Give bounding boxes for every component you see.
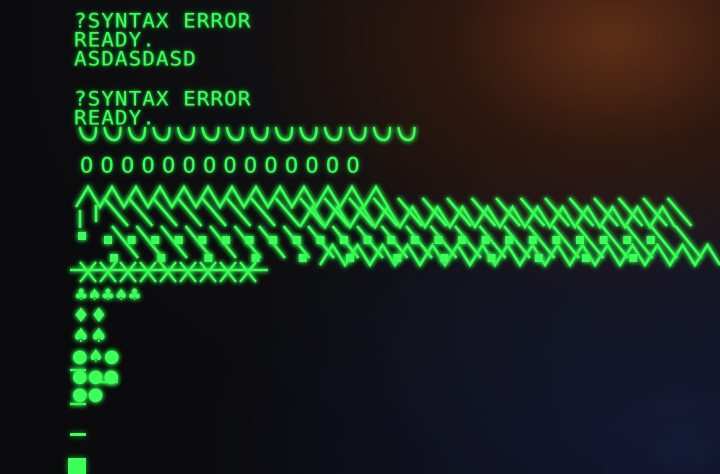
petscii-graphics: ♣♠♣♠♣♦♦♠♠●♠●●●●●● [70,126,720,406]
block-glyph [104,236,112,244]
block-glyph [251,254,260,262]
commodore-screen[interactable]: ?SYNTAX ERROR READY. ASDASDASD ?SYNTAX E… [0,0,720,474]
suit-glyph-row: ●● [72,384,103,405]
partial-glyph [201,126,220,142]
block-glyph [434,236,443,244]
block-glyph [393,254,402,262]
card-suit-glyphs: ♣♠♣♠♣♦♦♠♠●♠●●●●●● [72,285,142,405]
block-glyph [269,236,278,244]
text-cursor [68,458,86,474]
diagonal-stroke [421,197,448,227]
block-glyph [363,236,372,244]
block-glyph [127,236,136,244]
partial-glyph [274,126,294,142]
block-glyph [340,236,348,244]
partial-char-row [78,126,416,142]
block-glyph [481,236,490,244]
suit-glyph-row: ♣♠♣♠♣ [74,285,141,304]
partial-glyph [127,126,147,142]
suit-glyph-row: ♠♠ [72,323,108,347]
block-glyph [387,236,396,244]
block-glyph [298,254,307,262]
block-glyph [198,236,207,244]
partial-glyph [152,126,171,142]
diagonal-stroke [397,197,423,227]
block-glyph [629,254,638,262]
partial-glyph [348,126,367,142]
diagonal-stroke [103,197,129,227]
block-glyph [174,236,183,244]
block-glyph [157,254,166,262]
block-glyph [245,236,254,244]
bar-glyph [70,433,86,436]
partial-glyph [323,126,343,142]
diagonal-stroke [159,225,189,259]
suit-glyph-row: ●♠● [72,346,120,367]
partial-glyph [299,126,318,142]
block-glyph [222,236,230,244]
diagonal-stroke [404,225,434,259]
partial-glyph [250,126,269,142]
block-glyph [346,254,354,262]
block-glyph [78,232,86,240]
partial-glyph [225,126,245,142]
partial-glyph [176,126,196,142]
block-glyph [410,236,419,244]
block-glyph [151,236,160,244]
block-glyph [110,254,118,262]
partial-glyph [372,126,392,142]
diagonal-stroke [127,197,154,227]
block-glyph [582,254,590,262]
block-glyph [204,254,213,262]
partial-glyph [78,126,98,142]
block-glyph [458,236,466,244]
block-glyph [599,236,608,244]
block-glyph [316,236,325,244]
block-glyph [292,236,301,244]
block-glyph [534,254,543,262]
partial-glyph [103,126,122,142]
block-glyph [623,236,632,244]
block-glyph [552,236,561,244]
block-glyph [440,254,449,262]
diagonal-stroke [446,197,472,227]
block-glyph [487,254,496,262]
block-glyph [646,236,655,244]
partial-glyph [397,126,416,142]
block-glyph [528,236,537,244]
block-glyph [576,236,584,244]
block-glyph [505,236,514,244]
